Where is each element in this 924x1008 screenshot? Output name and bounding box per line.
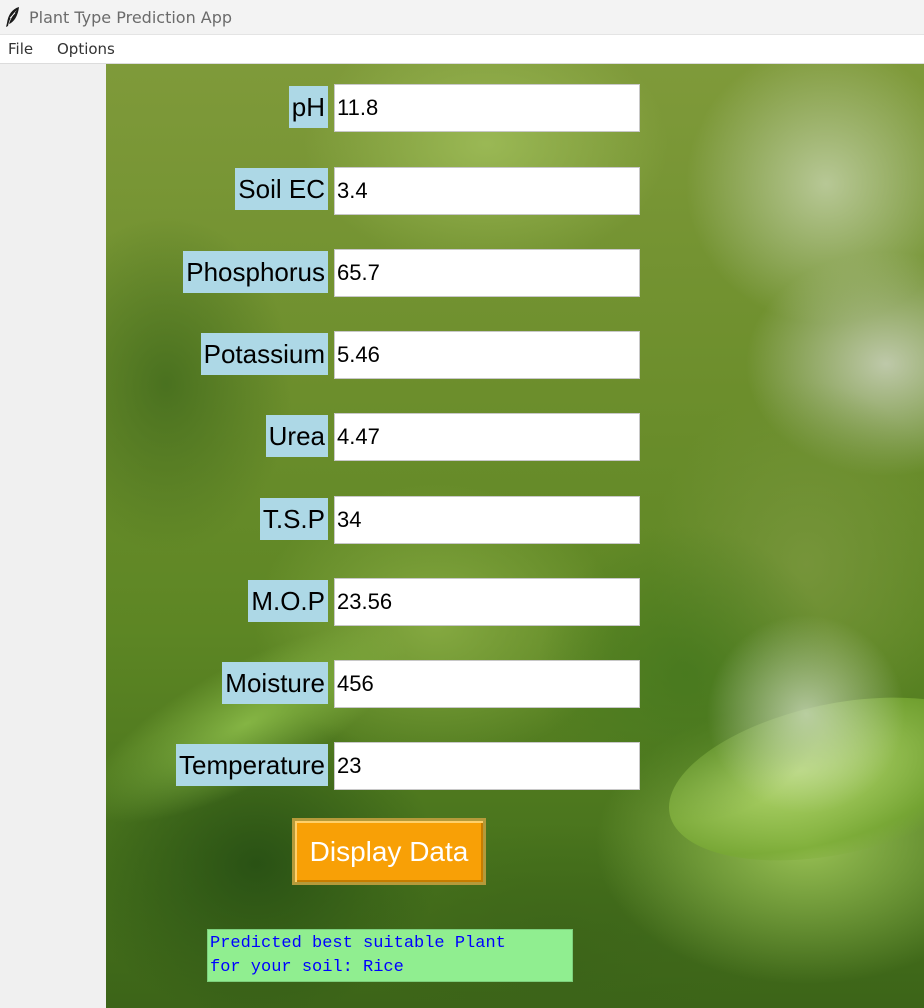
soil-ec-input[interactable]: 3.4 [334,167,640,215]
ph-input[interactable]: 11.8 [334,84,640,132]
leaf-shape [706,614,906,814]
window-title: Plant Type Prediction App [29,8,233,27]
label-moisture: Moisture [222,662,328,704]
moisture-input[interactable]: 456 [334,660,640,708]
potassium-input[interactable]: 5.46 [334,331,640,379]
label-mop: M.O.P [248,580,328,622]
mop-input[interactable]: 23.56 [334,578,640,626]
label-soil-ec: Soil EC [235,168,328,210]
display-data-button[interactable]: Display Data [292,818,486,885]
label-tsp: T.S.P [259,498,328,540]
feather-icon [4,6,22,28]
tsp-input[interactable]: 34 [334,496,640,544]
label-temperature: Temperature [176,744,328,786]
prediction-result: Predicted best suitable Plant for your s… [207,929,573,982]
label-potassium: Potassium [200,333,328,375]
background-image-area: pH Soil EC Phosphorus Potassium Urea T.S… [106,64,924,1008]
label-phosphorus: Phosphorus [183,251,328,293]
menu-bar: File Options [0,35,924,64]
app-window: Plant Type Prediction App File Options p… [0,0,924,1008]
urea-input[interactable]: 4.47 [334,413,640,461]
title-bar: Plant Type Prediction App [0,0,924,35]
label-urea: Urea [265,415,328,457]
menu-file[interactable]: File [8,40,33,58]
menu-options[interactable]: Options [57,40,115,58]
label-ph: pH [288,86,328,128]
temperature-input[interactable]: 23 [334,742,640,790]
phosphorus-input[interactable]: 65.7 [334,249,640,297]
